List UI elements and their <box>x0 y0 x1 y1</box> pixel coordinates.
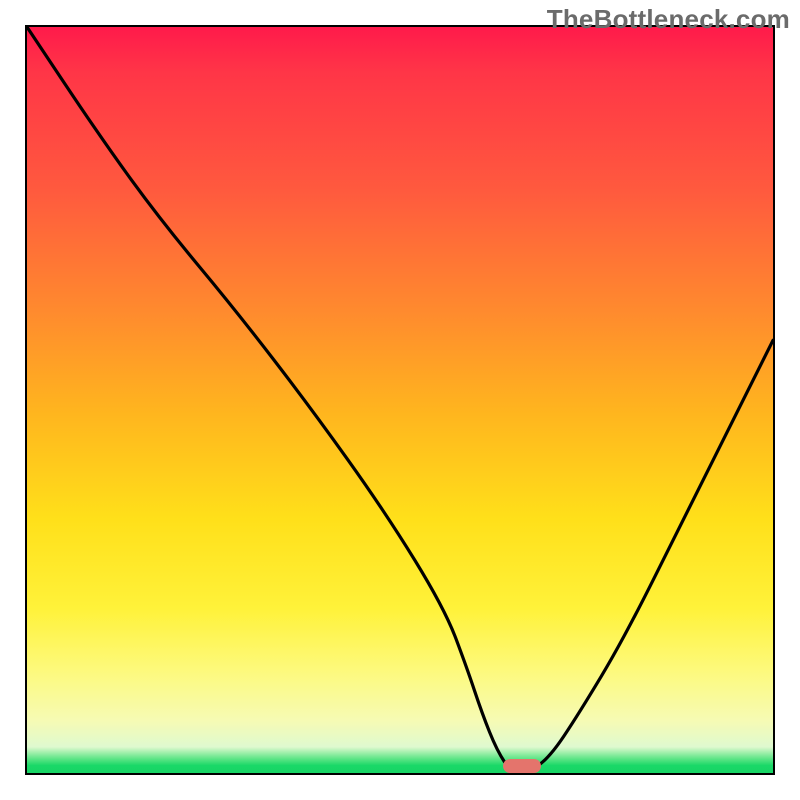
bottleneck-chart: TheBottleneck.com <box>0 0 800 800</box>
bottleneck-curve <box>27 27 773 773</box>
plot-area <box>25 25 775 775</box>
watermark-text: TheBottleneck.com <box>547 4 790 35</box>
curve-layer <box>27 27 773 773</box>
optimal-marker <box>503 759 541 773</box>
